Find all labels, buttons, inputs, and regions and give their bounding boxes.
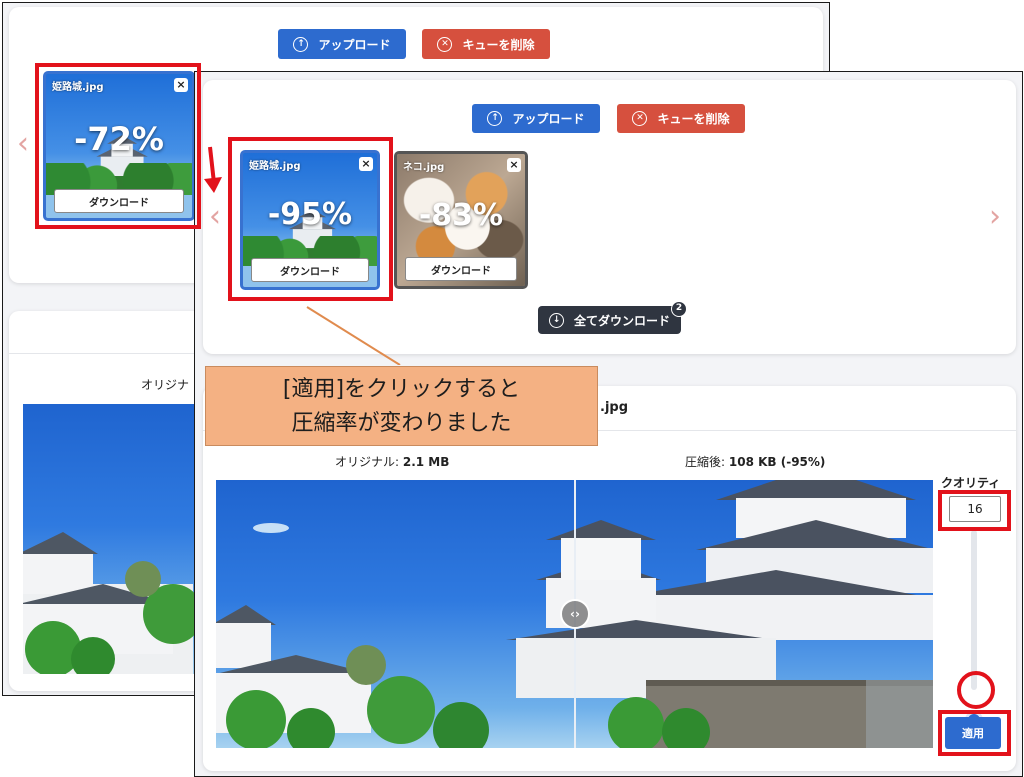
original-label: オリジナル: <box>335 455 400 469</box>
download-all-button-label: 全てダウンロード <box>573 313 670 328</box>
callout-line-2: 圧縮率が変わりました <box>291 411 512 436</box>
prev-arrow-icon[interactable]: ‹ <box>209 202 221 232</box>
x-circle-icon: ✕ <box>632 111 648 126</box>
arrow-up-circle-icon: ↑ <box>487 111 503 126</box>
file-title: .jpg <box>600 400 629 415</box>
clear-queue-button-label: キューを削除 <box>657 112 730 126</box>
clear-queue-button-label: キューを削除 <box>462 37 535 52</box>
clear-queue-button[interactable]: ✕ キューを削除 <box>617 104 745 133</box>
download-button[interactable]: ダウンロード <box>405 257 517 281</box>
highlight-circle-slider-thumb <box>957 671 995 709</box>
upload-button-label: アップロード <box>318 37 391 52</box>
back-preview-image <box>23 404 203 674</box>
highlight-box-old-thumbnail <box>35 63 201 229</box>
upload-button[interactable]: ↑ アップロード <box>278 29 406 59</box>
upload-button-label: アップロード <box>512 112 585 126</box>
clear-queue-button[interactable]: ✕ キューを削除 <box>422 29 550 59</box>
prev-arrow-icon[interactable]: ‹ <box>17 129 29 159</box>
quality-slider-track[interactable] <box>971 530 977 690</box>
close-icon[interactable]: × <box>507 158 521 172</box>
highlight-box-apply-button <box>938 710 1011 756</box>
reduction-percent: -83% <box>418 198 504 233</box>
quality-label: クオリティ <box>941 476 1001 490</box>
next-arrow-icon[interactable]: › <box>989 202 1001 232</box>
compressed-label: 圧縮後: <box>685 455 726 469</box>
compressed-size-value: 108 KB (-95%) <box>728 455 826 469</box>
callout-line-1: [適用]をクリックすると <box>282 377 521 402</box>
pointer-arrow <box>204 146 222 193</box>
download-count-badge: 2 <box>671 301 687 317</box>
comparison-image[interactable]: ‹› <box>216 480 933 748</box>
x-circle-icon: ✕ <box>437 36 453 52</box>
download-all-button[interactable]: ↓ 全てダウンロード <box>538 306 681 334</box>
thumbnail-filename: ネコ.jpg <box>403 162 445 173</box>
highlight-box-new-thumbnail <box>228 137 393 301</box>
arrow-up-circle-icon: ↑ <box>293 36 309 52</box>
original-size-label: オリジナル: 2.1 MB <box>335 453 449 470</box>
thumbnail-card[interactable]: ネコ.jpg × -83% ダウンロード <box>394 151 528 289</box>
castle-illustration <box>23 532 203 674</box>
original-size-value: 2.1 MB <box>402 455 450 469</box>
compressed-size-label: 圧縮後: 108 KB (-95%) <box>685 453 825 470</box>
highlight-box-quality-input <box>938 490 1011 531</box>
chevron-left-right-icon[interactable]: ‹› <box>560 599 590 629</box>
upload-button[interactable]: ↑ アップロード <box>472 104 600 133</box>
callout-leader-line <box>306 306 401 365</box>
original-label: オリジナ <box>141 378 190 392</box>
instruction-callout: [適用]をクリックすると 圧縮率が変わりました <box>205 366 598 446</box>
arrow-down-circle-icon: ↓ <box>548 312 564 328</box>
